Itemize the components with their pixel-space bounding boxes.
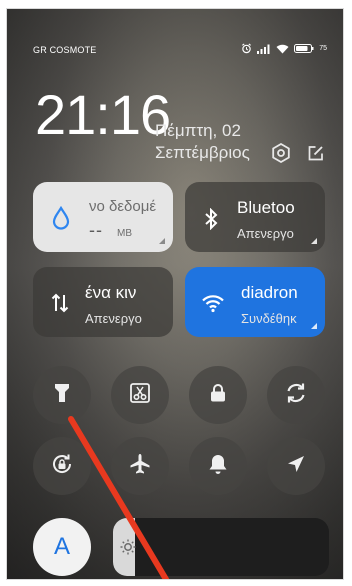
rotation-lock-toggle[interactable] (33, 437, 91, 495)
carrier-name: GR COSMOTE (33, 45, 97, 55)
autorotate-toggle[interactable] (267, 366, 325, 424)
mobile-data-label: νο δεδομέ (89, 198, 157, 215)
mobile-data-value: -- (89, 220, 103, 240)
screenshot-icon (129, 382, 151, 409)
mobile-data-unit: MB (117, 228, 132, 239)
expand-corner-icon (311, 238, 317, 244)
lock-icon (209, 383, 227, 408)
airplane-icon (128, 452, 152, 481)
wifi-tile[interactable]: diadron Συνδέθηκ (185, 267, 325, 337)
bluetooth-tile[interactable]: Bluetoo Απενεργο (185, 182, 325, 252)
brightness-sun-icon (119, 538, 137, 561)
date-month: Σεπτέμβριος (155, 143, 250, 162)
battery-percent: 75 (319, 45, 327, 52)
mobile-network-status: Απενεργο (85, 311, 142, 326)
flashlight-icon (53, 382, 71, 409)
cellular-signal-icon (257, 44, 271, 54)
wifi-status-icon (276, 44, 289, 54)
mobile-network-tile[interactable]: ένα κιν Απενεργο (33, 267, 173, 337)
sound-toggle[interactable] (189, 437, 247, 495)
battery-icon (294, 44, 314, 53)
alarm-icon (241, 43, 252, 54)
autorotate-icon (284, 381, 308, 410)
mobile-network-label: ένα κιν (85, 283, 137, 302)
edit-icon[interactable] (307, 144, 325, 167)
brightness-slider[interactable] (113, 518, 329, 576)
bluetooth-icon (203, 207, 219, 235)
location-icon (286, 454, 306, 479)
bell-icon (208, 453, 228, 480)
date-weekday: Πέμπτη, 02 (155, 121, 241, 140)
status-icons: 75 (241, 43, 327, 54)
expand-corner-icon (159, 238, 165, 244)
flashlight-toggle[interactable] (33, 366, 91, 424)
rotation-lock-icon (50, 452, 74, 481)
wifi-network-name: diadron (241, 283, 298, 302)
settings-gear-icon[interactable] (271, 142, 291, 168)
control-center-screenshot: GR COSMOTE 75 21:16 Πέμπτη, 02 Σεπτέμβρι… (6, 8, 344, 580)
status-bar: GR COSMOTE 75 (7, 43, 343, 59)
data-transfer-icon (51, 293, 69, 318)
wifi-status: Συνδέθηκ (241, 311, 297, 326)
lock-toggle[interactable] (189, 366, 247, 424)
screenshot-toggle[interactable] (111, 366, 169, 424)
bluetooth-status: Απενεργο (237, 226, 294, 241)
bluetooth-label: Bluetoo (237, 198, 295, 217)
clock-time: 21:16 (35, 83, 171, 146)
location-toggle[interactable] (267, 437, 325, 495)
water-drop-icon (51, 205, 71, 235)
font-size-button[interactable]: A (33, 518, 91, 576)
wifi-icon (201, 293, 225, 318)
airplane-mode-toggle[interactable] (111, 437, 169, 495)
mobile-data-tile[interactable]: νο δεδομέ -- MB (33, 182, 173, 252)
expand-corner-icon (311, 323, 317, 329)
